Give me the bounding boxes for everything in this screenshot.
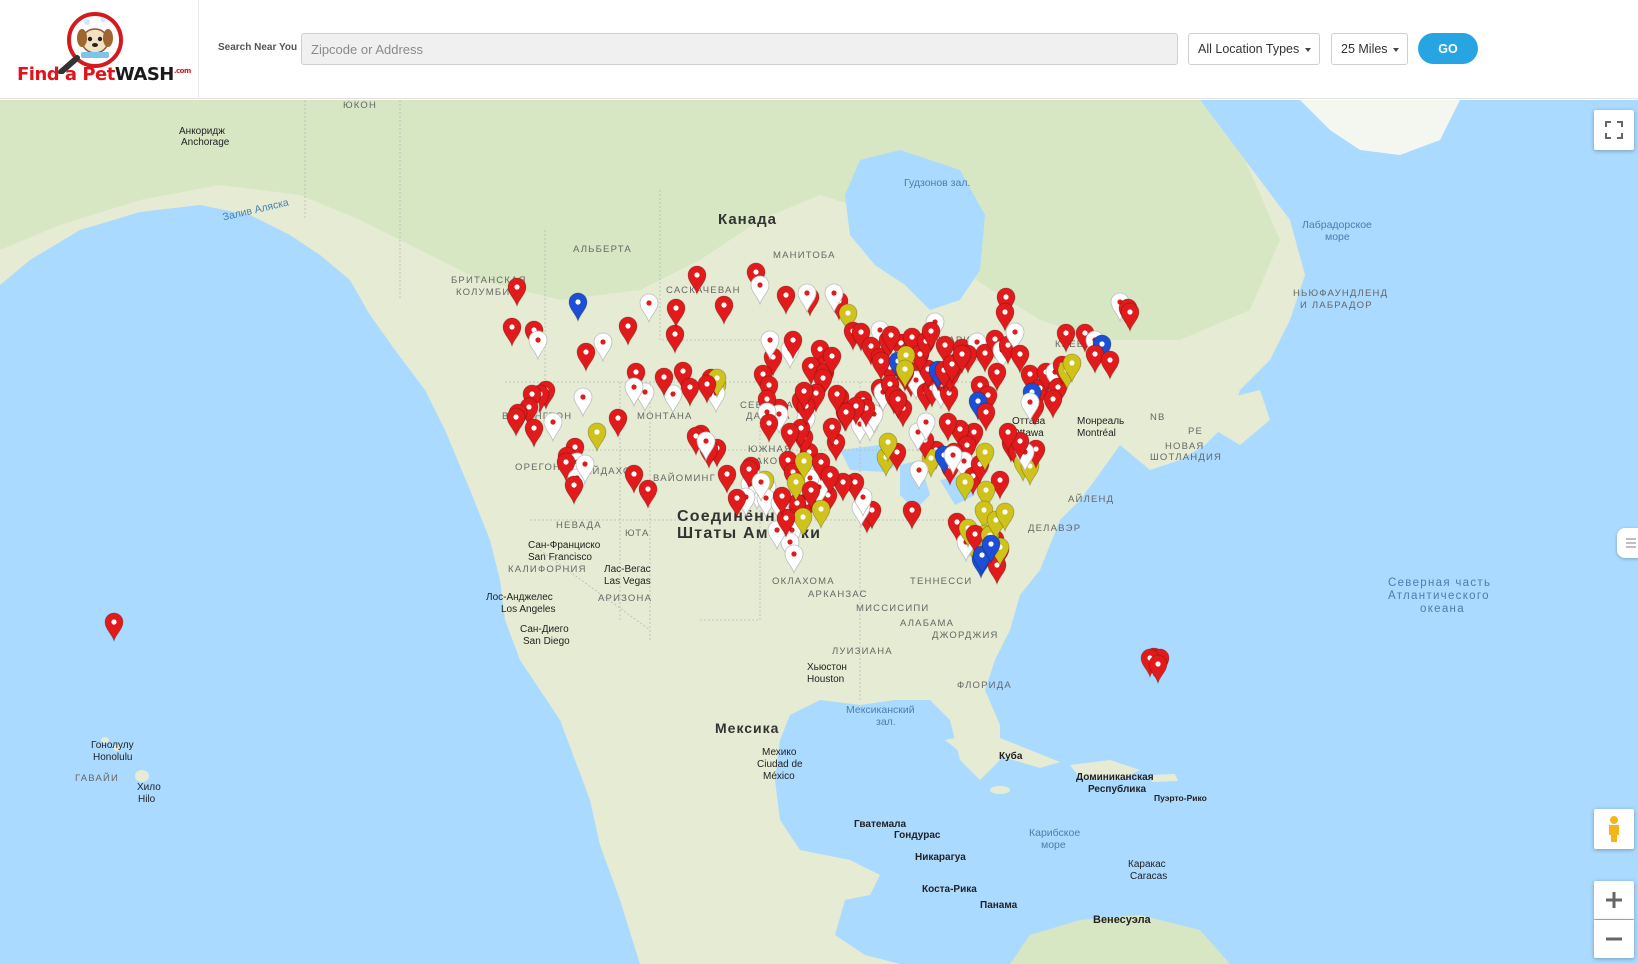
location-pin-icon[interactable] bbox=[750, 472, 772, 502]
chevron-down-icon bbox=[1393, 48, 1399, 52]
location-pin-icon[interactable] bbox=[1042, 389, 1064, 419]
location-pin-icon[interactable] bbox=[986, 362, 1008, 392]
location-pin-icon[interactable] bbox=[887, 389, 909, 419]
distance-select[interactable]: 25 Miles bbox=[1331, 33, 1408, 65]
location-pin-icon[interactable] bbox=[759, 330, 781, 360]
zoom-out-button[interactable] bbox=[1594, 920, 1634, 958]
location-pin-icon[interactable] bbox=[974, 442, 996, 472]
location-pin-icon[interactable] bbox=[695, 431, 717, 461]
minus-icon bbox=[1606, 937, 1622, 941]
location-pin-icon[interactable] bbox=[915, 412, 937, 442]
location-pin-icon[interactable] bbox=[1019, 392, 1041, 422]
location-pin-icon[interactable] bbox=[994, 502, 1016, 532]
location-pin-icon[interactable] bbox=[617, 316, 639, 346]
location-pin-icon[interactable] bbox=[1099, 350, 1121, 380]
location-pin-icon[interactable] bbox=[542, 412, 564, 442]
zoom-in-button[interactable] bbox=[1594, 881, 1634, 919]
location-pin-icon[interactable] bbox=[877, 432, 899, 462]
location-pin-icon[interactable] bbox=[1147, 654, 1169, 684]
location-type-selected: All Location Types bbox=[1198, 42, 1300, 56]
location-pin-icon[interactable] bbox=[819, 465, 841, 495]
location-pin-icon[interactable] bbox=[726, 488, 748, 518]
location-pin-icon[interactable] bbox=[954, 472, 976, 502]
location-pin-icon[interactable] bbox=[665, 298, 687, 328]
pegman-icon bbox=[1609, 816, 1619, 842]
location-pin-icon[interactable] bbox=[567, 292, 589, 322]
location-pin-icon[interactable] bbox=[771, 486, 793, 516]
location-pin-icon[interactable] bbox=[103, 612, 125, 642]
site-header: Find a PetWASH.com Search Near You All L… bbox=[0, 0, 1638, 99]
location-pin-icon[interactable] bbox=[623, 377, 645, 407]
location-pin-icon[interactable] bbox=[908, 460, 930, 490]
location-pin-icon[interactable] bbox=[501, 317, 523, 347]
map-canvas[interactable]: ЮКОН Анкоридж Anchorage Залив Аляска Гуд… bbox=[0, 100, 1638, 964]
location-pin-icon[interactable] bbox=[607, 408, 629, 438]
location-pin-icon[interactable] bbox=[1119, 302, 1141, 332]
location-pin-icon[interactable] bbox=[920, 321, 942, 351]
location-pin-icon[interactable] bbox=[980, 534, 1002, 564]
fullscreen-icon bbox=[1605, 121, 1623, 139]
location-pins-layer bbox=[0, 100, 1638, 964]
location-type-select[interactable]: All Location Types bbox=[1188, 33, 1320, 65]
logo[interactable]: Find a PetWASH.com bbox=[0, 0, 199, 99]
side-panel-toggle[interactable] bbox=[1617, 528, 1638, 558]
location-pin-icon[interactable] bbox=[894, 359, 916, 389]
logo-wordmark: Find a PetWASH.com bbox=[17, 64, 191, 85]
location-pin-icon[interactable] bbox=[775, 285, 797, 315]
location-pin-icon[interactable] bbox=[638, 293, 660, 323]
location-pin-icon[interactable] bbox=[749, 275, 771, 305]
location-pin-icon[interactable] bbox=[575, 342, 597, 372]
location-pin-icon[interactable] bbox=[997, 422, 1019, 452]
location-pin-icon[interactable] bbox=[637, 479, 659, 509]
location-pin-icon[interactable] bbox=[937, 412, 959, 442]
location-pin-icon[interactable] bbox=[793, 381, 815, 411]
location-pin-icon[interactable] bbox=[686, 265, 708, 295]
location-pin-icon[interactable] bbox=[1061, 353, 1083, 383]
location-pin-icon[interactable] bbox=[901, 500, 923, 530]
location-pin-icon[interactable] bbox=[664, 324, 686, 354]
search-label: Search Near You bbox=[218, 42, 298, 53]
location-pin-icon[interactable] bbox=[796, 283, 818, 313]
plus-icon bbox=[1606, 892, 1622, 908]
location-pin-icon[interactable] bbox=[942, 445, 964, 475]
chevron-down-icon bbox=[1305, 48, 1311, 52]
street-view-pegman-button[interactable] bbox=[1594, 809, 1634, 849]
location-pin-icon[interactable] bbox=[527, 330, 549, 360]
location-pin-icon[interactable] bbox=[586, 422, 608, 452]
search-input[interactable] bbox=[301, 33, 1178, 65]
location-pin-icon[interactable] bbox=[713, 295, 735, 325]
location-pin-icon[interactable] bbox=[506, 277, 528, 307]
go-button[interactable]: GO bbox=[1418, 33, 1478, 64]
location-pin-icon[interactable] bbox=[574, 454, 596, 484]
distance-selected: 25 Miles bbox=[1341, 42, 1388, 56]
list-icon bbox=[1626, 538, 1636, 548]
location-pin-icon[interactable] bbox=[758, 413, 780, 443]
fullscreen-button[interactable] bbox=[1594, 110, 1634, 150]
location-pin-icon[interactable] bbox=[951, 344, 973, 374]
location-pin-icon[interactable] bbox=[653, 367, 675, 397]
location-pin-icon[interactable] bbox=[572, 387, 594, 417]
